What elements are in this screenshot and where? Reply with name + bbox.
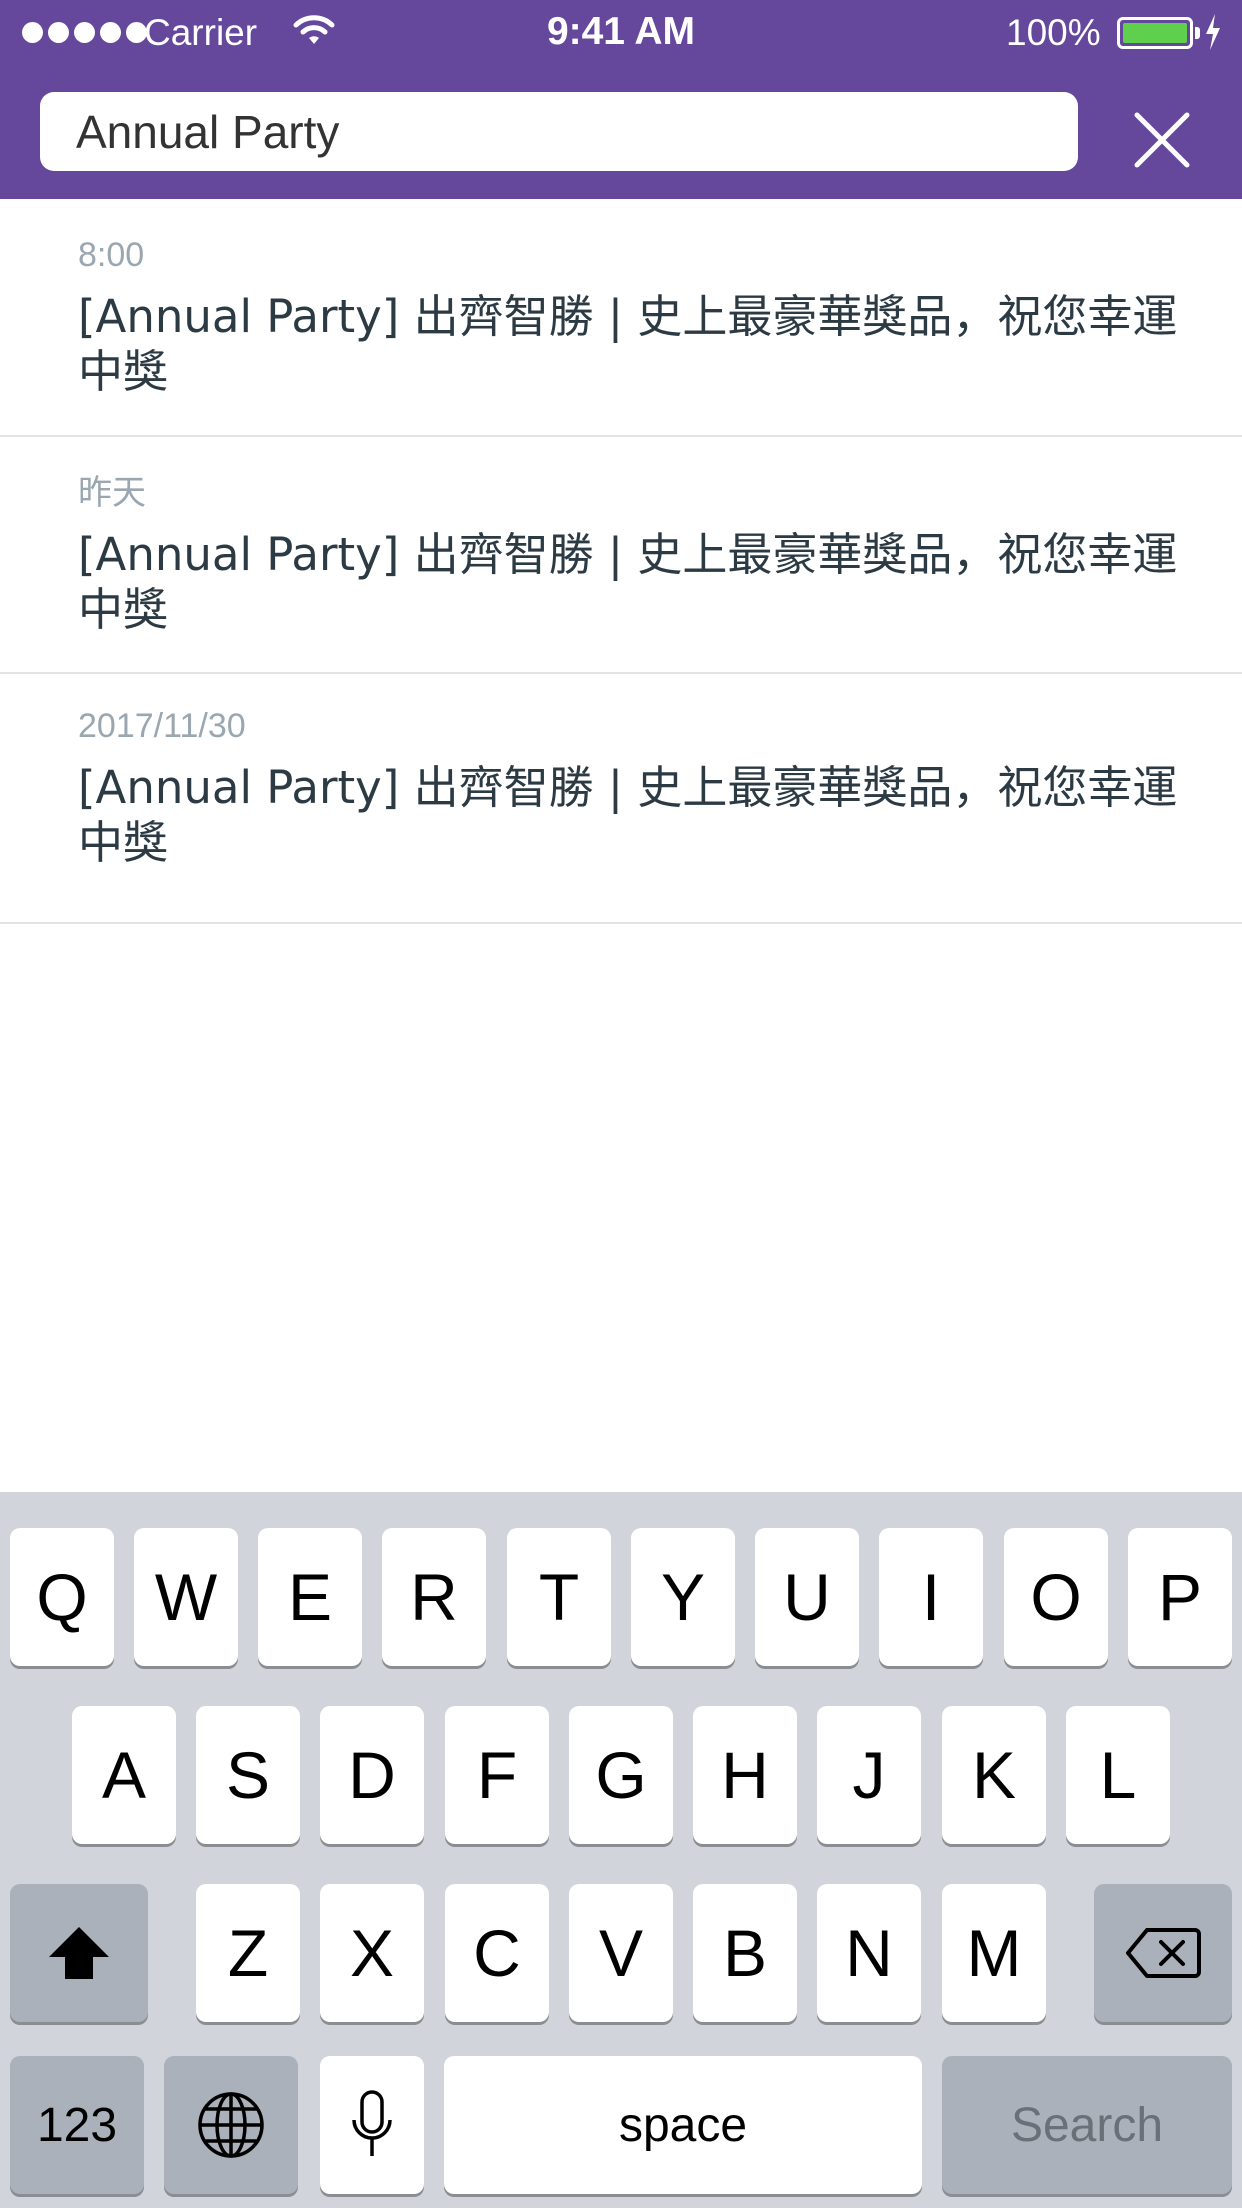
battery-icon — [1117, 17, 1193, 49]
microphone-icon — [352, 2090, 392, 2156]
result-title: [Annual Party] 出齊智勝 | 史上最豪華獎品，祝您幸運中獎 — [78, 761, 1178, 869]
key-l[interactable]: L — [1066, 1706, 1170, 1844]
key-m[interactable]: M — [942, 1884, 1046, 2022]
key-f[interactable]: F — [445, 1706, 549, 1844]
key-t[interactable]: T — [507, 1528, 611, 1666]
key-p[interactable]: P — [1128, 1528, 1232, 1666]
key-z[interactable]: Z — [196, 1884, 300, 2022]
key-k[interactable]: K — [942, 1706, 1046, 1844]
list-item[interactable]: 8:00 [Annual Party] 出齊智勝 | 史上最豪華獎品，祝您幸運中… — [0, 199, 1242, 437]
key-i[interactable]: I — [879, 1528, 983, 1666]
key-v[interactable]: V — [569, 1884, 673, 2022]
search-key[interactable]: Search — [942, 2056, 1232, 2194]
globe-key[interactable] — [164, 2056, 298, 2194]
keyboard: Q W E R T Y U I O P A S D F G H J K L Z … — [0, 1492, 1242, 2208]
backspace-icon — [1126, 1928, 1201, 1978]
globe-icon — [198, 2092, 264, 2158]
key-o[interactable]: O — [1004, 1528, 1108, 1666]
key-w[interactable]: W — [134, 1528, 238, 1666]
key-x[interactable]: X — [320, 1884, 424, 2022]
search-input[interactable] — [40, 92, 1078, 171]
result-date: 8:00 — [78, 236, 145, 274]
key-y[interactable]: Y — [631, 1528, 735, 1666]
header-bar: Carrier 9:41 AM 100% — [0, 0, 1242, 199]
close-button[interactable] — [1118, 96, 1206, 184]
search-results-list: 8:00 [Annual Party] 出齊智勝 | 史上最豪華獎品，祝您幸運中… — [0, 199, 1242, 924]
backspace-key[interactable] — [1094, 1884, 1232, 2022]
result-date: 昨天 — [78, 474, 146, 512]
search-box[interactable] — [40, 92, 1078, 171]
result-title: [Annual Party] 出齊智勝 | 史上最豪華獎品，祝您幸運中獎 — [78, 528, 1178, 636]
status-bar: Carrier 9:41 AM 100% — [0, 0, 1242, 66]
key-n[interactable]: N — [817, 1884, 921, 2022]
space-key[interactable]: space — [444, 2056, 922, 2194]
shift-key[interactable] — [10, 1884, 148, 2022]
close-icon — [1134, 112, 1190, 168]
key-j[interactable]: J — [817, 1706, 921, 1844]
key-u[interactable]: U — [755, 1528, 859, 1666]
key-q[interactable]: Q — [10, 1528, 114, 1666]
list-item[interactable]: 昨天 [Annual Party] 出齊智勝 | 史上最豪華獎品，祝您幸運中獎 — [0, 437, 1242, 674]
shift-icon — [49, 1927, 109, 1979]
key-c[interactable]: C — [445, 1884, 549, 2022]
result-title: [Annual Party] 出齊智勝 | 史上最豪華獎品，祝您幸運中獎 — [78, 290, 1178, 398]
key-r[interactable]: R — [382, 1528, 486, 1666]
microphone-key[interactable] — [320, 2056, 424, 2194]
key-e[interactable]: E — [258, 1528, 362, 1666]
battery-percentage: 100% — [1006, 12, 1101, 53]
key-d[interactable]: D — [320, 1706, 424, 1844]
result-date: 2017/11/30 — [78, 707, 246, 745]
key-s[interactable]: S — [196, 1706, 300, 1844]
numbers-key[interactable]: 123 — [10, 2056, 144, 2194]
battery-cap — [1195, 27, 1200, 39]
key-g[interactable]: G — [569, 1706, 673, 1844]
key-b[interactable]: B — [693, 1884, 797, 2022]
list-item[interactable]: 2017/11/30 [Annual Party] 出齊智勝 | 史上最豪華獎品… — [0, 674, 1242, 924]
charging-bolt-icon — [1206, 14, 1220, 50]
key-h[interactable]: H — [693, 1706, 797, 1844]
key-a[interactable]: A — [72, 1706, 176, 1844]
